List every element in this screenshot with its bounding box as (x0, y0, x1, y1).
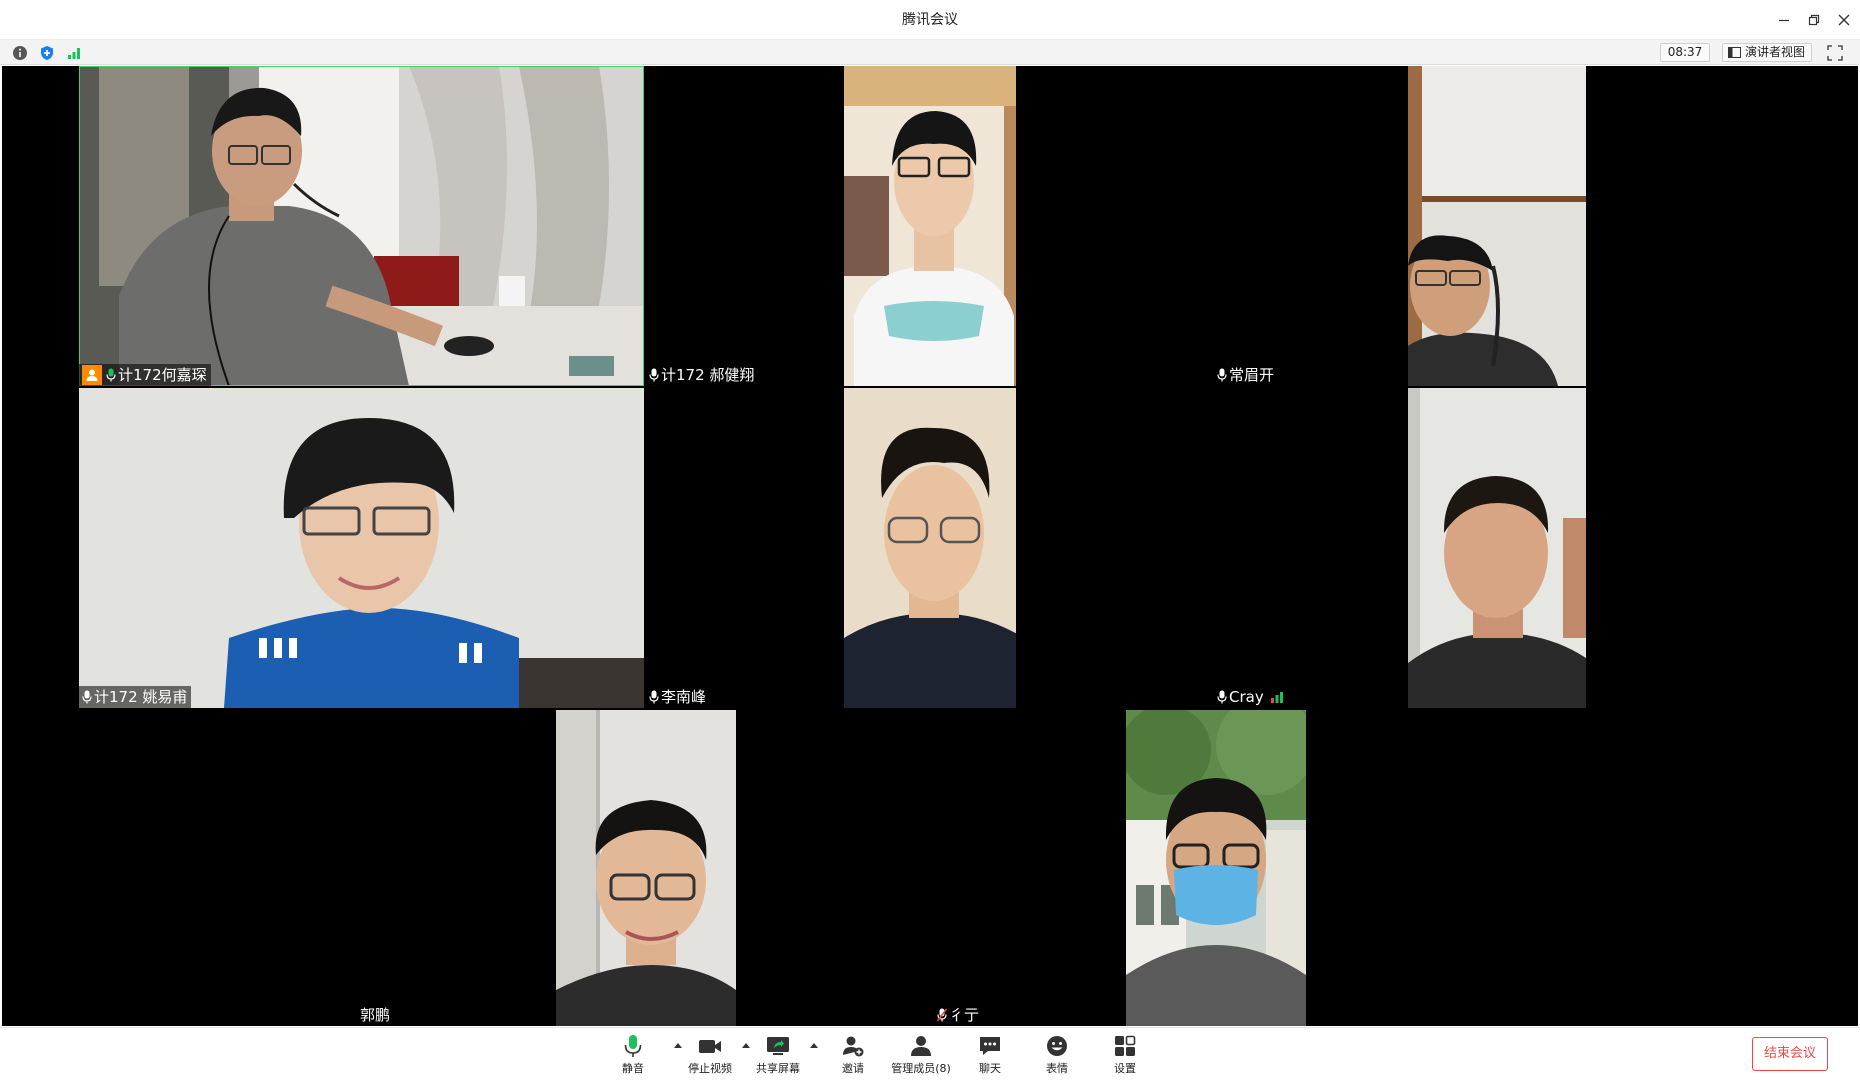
participant-video (1408, 388, 1586, 708)
minimize-button[interactable] (1772, 8, 1796, 32)
video-grid: 计172何嘉琛 计172 郝健翔 常眉开 计172 姚易甫 李南峰 Cray 郭… (2, 66, 1858, 1026)
speaker-view-button[interactable]: 演讲者视图 (1722, 43, 1812, 62)
chat-icon (980, 1037, 1000, 1055)
participant-tile[interactable]: 常眉开 (1018, 66, 1588, 386)
participant-tile[interactable]: 彳亍 (738, 710, 1308, 1026)
mic-icon (1217, 368, 1227, 382)
participant-name: 李南峰 (661, 688, 707, 706)
participant-label: 计172 郝健翔 (646, 364, 759, 386)
mic-icon (82, 690, 92, 704)
fullscreen-icon[interactable] (1826, 44, 1844, 62)
participant-name: 彳亍 (949, 1006, 980, 1024)
participant-tile[interactable]: 计172 姚易甫 (2, 388, 644, 708)
participant-label: 彳亍 (934, 1004, 983, 1026)
participant-name: 计172 姚易甫 (94, 688, 188, 706)
settings-button[interactable]: 设置 (1095, 1034, 1155, 1078)
layout-icon (1728, 47, 1741, 58)
participant-label: 李南峰 (646, 686, 711, 708)
participant-name: Cray (1229, 688, 1264, 706)
meeting-info-bar: 08:37 演讲者视图 (0, 40, 1860, 65)
stop-video-button[interactable]: 停止视频 (680, 1034, 740, 1078)
share-screen-label: 共享屏幕 (756, 1062, 800, 1075)
mute-label: 静音 (622, 1062, 644, 1075)
participant-video (79, 388, 644, 708)
participant-label: 郭鹏 (357, 1004, 394, 1026)
close-button[interactable] (1832, 8, 1856, 32)
participant-name: 郭鹏 (360, 1006, 391, 1024)
camera-icon (699, 1040, 721, 1053)
chat-button[interactable]: 聊天 (960, 1034, 1020, 1078)
network-signal-icon[interactable] (66, 45, 82, 61)
participant-name: 计172何嘉琛 (118, 366, 207, 384)
participant-tile[interactable]: 计172何嘉琛 (2, 66, 644, 386)
participant-tile[interactable]: 郭鹏 (2, 710, 736, 1026)
participant-label: 常眉开 (1214, 364, 1278, 386)
members-icon (911, 1036, 931, 1056)
participant-video (79, 66, 644, 386)
share-options-caret[interactable] (809, 1041, 819, 1049)
signal-bars-icon (1270, 691, 1284, 703)
invite-label: 邀请 (842, 1062, 864, 1075)
microphone-icon (624, 1035, 642, 1057)
speaker-view-label: 演讲者视图 (1745, 45, 1806, 59)
reactions-label: 表情 (1046, 1062, 1068, 1075)
mic-active-icon (106, 368, 116, 382)
participant-label: 计172何嘉琛 (79, 364, 211, 386)
mute-button[interactable]: 静音 (603, 1034, 663, 1078)
participant-tile[interactable]: 李南峰 (646, 388, 1016, 708)
info-icon[interactable] (12, 45, 28, 61)
emoji-icon (1047, 1036, 1067, 1056)
shield-icon[interactable] (39, 45, 55, 61)
restore-button[interactable] (1802, 8, 1826, 32)
participant-label: Cray (1214, 686, 1288, 708)
title-bar: 腾讯会议 (0, 0, 1860, 40)
participant-video (1408, 66, 1586, 386)
reactions-button[interactable]: 表情 (1027, 1034, 1087, 1078)
participant-video (844, 66, 1016, 386)
mic-muted-icon (937, 1008, 947, 1022)
settings-label: 设置 (1114, 1062, 1136, 1075)
settings-grid-icon (1115, 1035, 1136, 1056)
participant-name: 常眉开 (1229, 366, 1275, 384)
participant-tile[interactable]: Cray (1018, 388, 1588, 708)
chat-label: 聊天 (979, 1062, 1001, 1075)
participant-video (844, 388, 1016, 708)
participant-video (1126, 710, 1306, 1026)
mic-icon (1217, 690, 1227, 704)
invite-button[interactable]: 邀请 (823, 1034, 883, 1078)
participant-tile[interactable]: 计172 郝健翔 (646, 66, 1016, 386)
share-screen-icon (767, 1037, 789, 1055)
stop-video-label: 停止视频 (688, 1062, 732, 1075)
participant-label: 计172 姚易甫 (79, 686, 192, 708)
participant-video (556, 710, 736, 1026)
mic-icon (649, 368, 659, 382)
manage-members-label: 管理成员(8) (891, 1062, 951, 1075)
meeting-toolbar: 静音 停止视频 共享屏幕 邀请 管理成员(8) 聊天 表情 设置 结束会议 (0, 1027, 1860, 1080)
manage-members-button[interactable]: 管理成员(8) (886, 1034, 956, 1078)
participant-name: 计172 郝健翔 (661, 366, 755, 384)
end-meeting-button[interactable]: 结束会议 (1752, 1037, 1828, 1071)
share-screen-button[interactable]: 共享屏幕 (748, 1034, 808, 1078)
host-icon (82, 365, 102, 385)
meeting-timer: 08:37 (1660, 43, 1710, 62)
window-title: 腾讯会议 (902, 12, 958, 28)
mic-icon (649, 690, 659, 704)
add-user-icon (843, 1036, 864, 1057)
